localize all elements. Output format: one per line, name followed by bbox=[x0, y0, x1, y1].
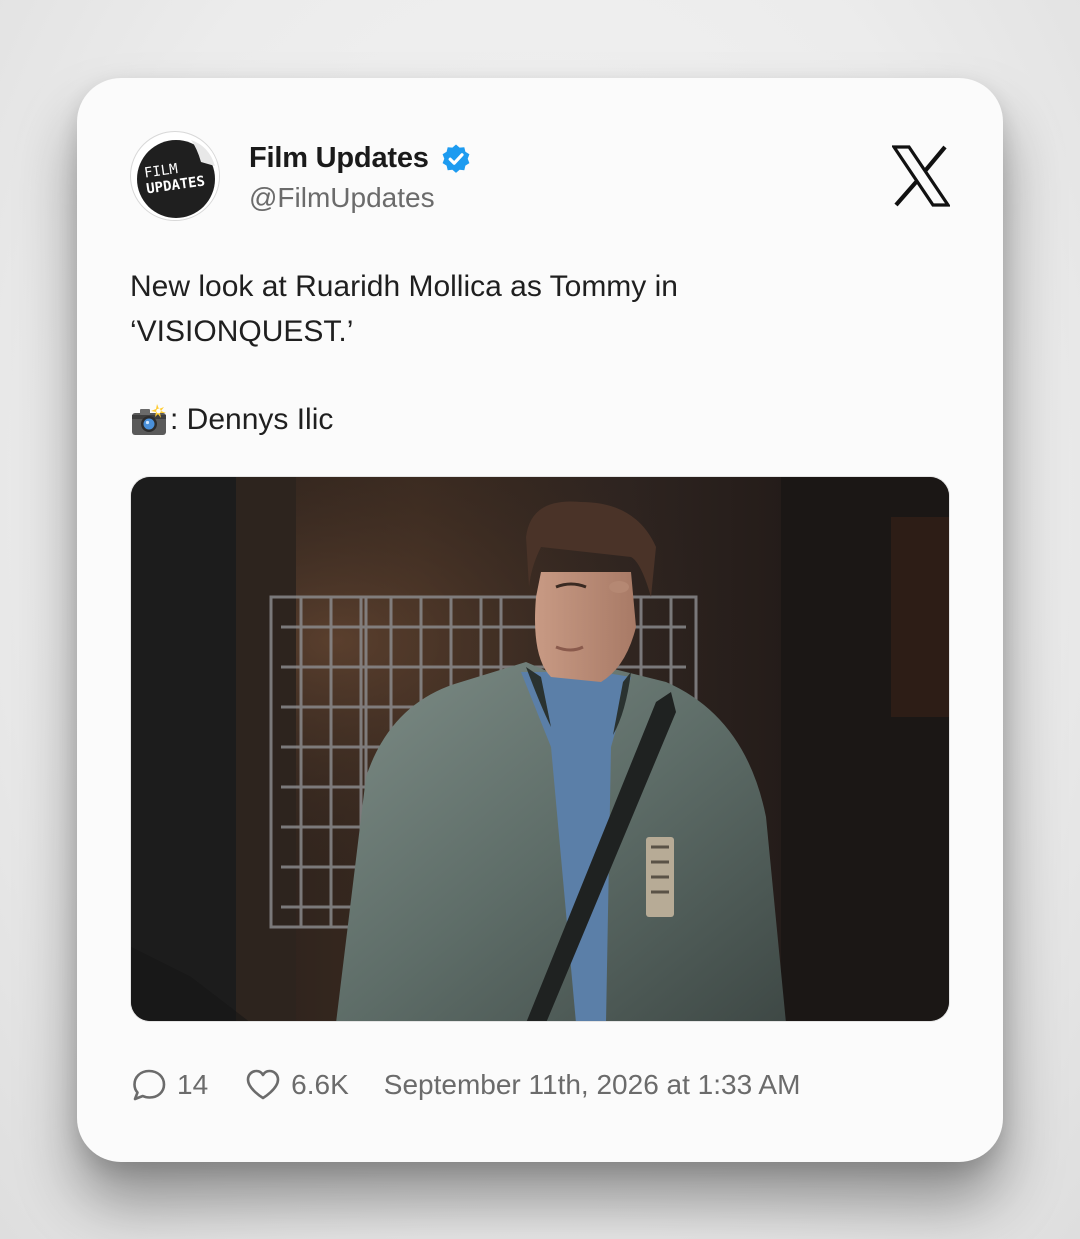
author-display-name[interactable]: Film Updates bbox=[249, 142, 429, 175]
photo-credit-text: : Dennys Ilic bbox=[170, 403, 334, 436]
author-handle[interactable]: @FilmUpdates bbox=[249, 182, 435, 214]
tweet-text: New look at Ruaridh Mollica as Tommy in … bbox=[130, 264, 890, 354]
tweet-photo[interactable] bbox=[130, 476, 950, 1022]
camera-flash-icon bbox=[132, 403, 166, 435]
timestamp[interactable]: September 11th, 2026 at 1:33 AM bbox=[384, 1069, 801, 1101]
tweet-text-line2: ‘VISIONQUEST.’ bbox=[130, 315, 354, 348]
reply-count: 14 bbox=[177, 1069, 209, 1100]
avatar[interactable]: FILM UPDATES bbox=[130, 131, 220, 221]
heart-icon bbox=[246, 1069, 280, 1100]
photo-credit: : Dennys Ilic bbox=[130, 397, 333, 442]
reply-button[interactable]: 14 bbox=[130, 1066, 208, 1104]
tweet-text-line1: New look at Ruaridh Mollica as Tommy in bbox=[130, 270, 678, 303]
author-name-row: Film Updates bbox=[249, 142, 472, 175]
like-count: 6.6K bbox=[291, 1069, 349, 1100]
tweet-card: FILM UPDATES Film Updates @FilmUpdates N… bbox=[77, 78, 1003, 1162]
tweet-footer: 14 6.6K September 11th, 2026 at 1:33 AM bbox=[130, 1065, 800, 1105]
verified-badge-icon bbox=[442, 144, 470, 173]
reply-icon bbox=[133, 1069, 166, 1101]
x-logo-icon[interactable] bbox=[892, 145, 950, 207]
like-button[interactable]: 6.6K bbox=[244, 1066, 349, 1104]
